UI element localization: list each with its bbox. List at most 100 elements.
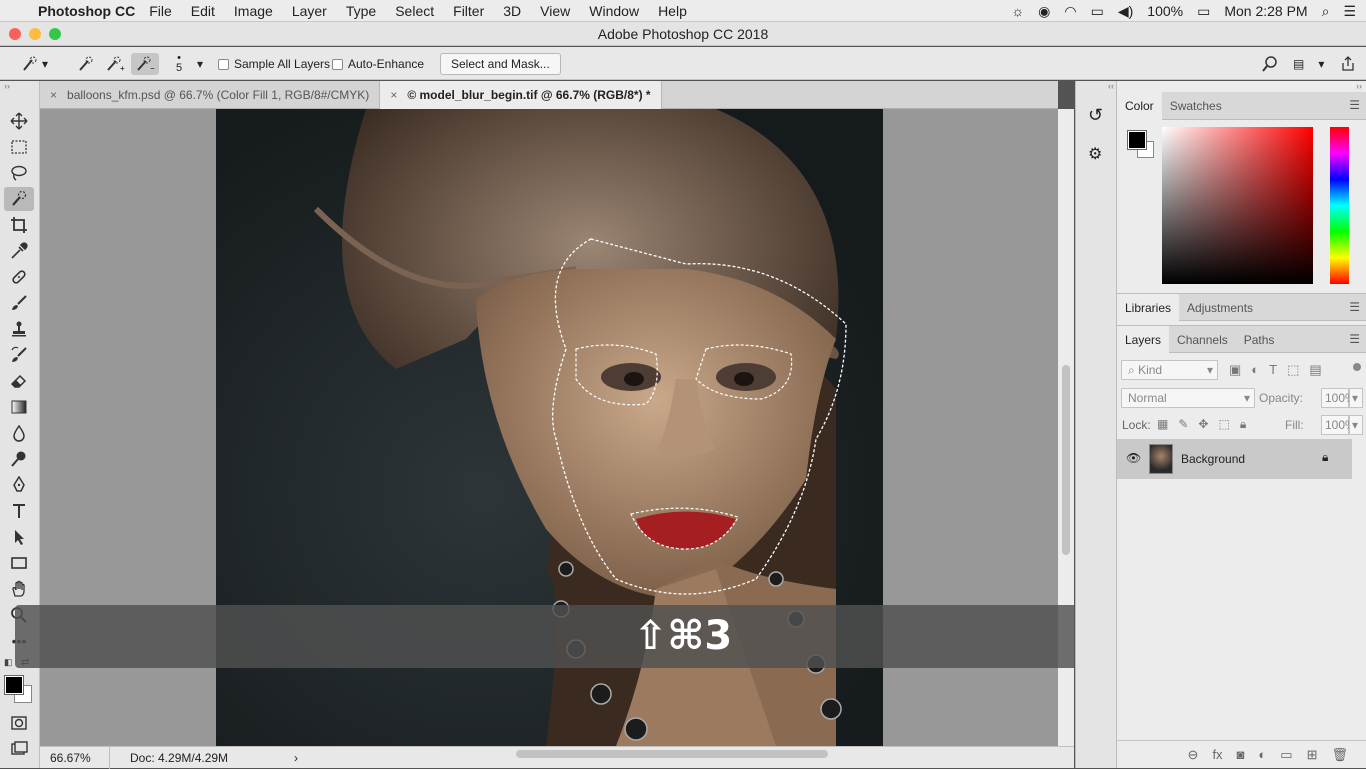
brush-picker-chevron[interactable]: ▾: [197, 53, 203, 75]
brightness-icon[interactable]: ☼: [1011, 3, 1024, 19]
select-and-mask-button[interactable]: Select and Mask...: [440, 53, 561, 75]
crop-tool[interactable]: [4, 213, 34, 237]
shape-filter-icon[interactable]: ⬚: [1287, 362, 1299, 378]
type-tool[interactable]: [4, 499, 34, 523]
auto-enhance-checkbox[interactable]: Auto-Enhance: [332, 53, 424, 75]
fill-dropdown[interactable]: ▾: [1349, 415, 1363, 435]
volume-icon[interactable]: ◀): [1118, 3, 1133, 20]
doc-tab-balloons[interactable]: × balloons_kfm.psd @ 66.7% (Color Fill 1,…: [40, 81, 381, 109]
hand-tool[interactable]: [4, 577, 34, 601]
tab-adjustments[interactable]: Adjustments: [1179, 294, 1261, 322]
hue-slider[interactable]: [1330, 127, 1349, 284]
checkbox-box[interactable]: [332, 58, 343, 70]
layer-row-background[interactable]: 👁︎ Background 🔒︎: [1117, 439, 1352, 479]
quick-selection-tool[interactable]: [4, 187, 34, 211]
lock-pixels-icon[interactable]: ✎: [1178, 417, 1188, 432]
sample-all-layers-checkbox[interactable]: Sample All Layers: [218, 53, 330, 75]
opacity-dropdown[interactable]: ▾: [1349, 388, 1363, 408]
tab-color[interactable]: Color: [1117, 92, 1162, 120]
screen-mode-button[interactable]: [4, 737, 34, 761]
collapse-tools-icon[interactable]: ››: [4, 81, 10, 91]
fill-field[interactable]: 100%: [1321, 415, 1356, 435]
share-icon[interactable]: [1340, 53, 1356, 75]
brush-picker[interactable]: • 5: [176, 53, 182, 75]
filter-toggle-icon[interactable]: [1353, 363, 1361, 371]
delete-layer-icon[interactable]: 🗑︎: [1331, 747, 1348, 763]
marquee-tool[interactable]: [4, 135, 34, 159]
lock-artboard-icon[interactable]: ⬚: [1218, 417, 1229, 432]
notification-center-icon[interactable]: ☰: [1343, 3, 1356, 20]
wifi-icon[interactable]: ◠: [1064, 3, 1076, 20]
search-icon[interactable]: [1262, 53, 1278, 75]
tab-layers[interactable]: Layers: [1117, 326, 1170, 354]
blur-tool[interactable]: [4, 421, 34, 445]
collapse-panels-icon[interactable]: ››: [1356, 81, 1362, 91]
new-group-icon[interactable]: ▭: [1280, 747, 1292, 763]
link-layers-icon[interactable]: ⊖: [1188, 747, 1199, 763]
new-selection-button[interactable]: [76, 53, 98, 75]
menu-edit[interactable]: Edit: [191, 3, 215, 19]
add-to-selection-button[interactable]: +: [104, 53, 126, 75]
subtract-from-selection-button[interactable]: −: [131, 53, 159, 75]
tab-paths[interactable]: Paths: [1236, 326, 1283, 354]
foreground-color-swatch[interactable]: [4, 675, 24, 695]
menu-filter[interactable]: Filter: [453, 3, 484, 19]
panel-menu-icon[interactable]: ☰: [1349, 300, 1360, 314]
app-name-menu[interactable]: Photoshop CC: [38, 3, 135, 19]
menu-select[interactable]: Select: [395, 3, 434, 19]
zoom-window-button[interactable]: [49, 28, 61, 40]
color-field-picker[interactable]: [1162, 127, 1313, 284]
menu-3d[interactable]: 3D: [503, 3, 521, 19]
gradient-tool[interactable]: [4, 395, 34, 419]
zoom-level-field[interactable]: 66.67%: [40, 746, 110, 769]
path-selection-tool[interactable]: [4, 525, 34, 549]
healing-brush-tool[interactable]: [4, 265, 34, 289]
color-panel-foreground-swatch[interactable]: [1127, 130, 1147, 150]
add-mask-icon[interactable]: ◙: [1237, 747, 1245, 762]
brush-tool[interactable]: [4, 291, 34, 315]
airplay-icon[interactable]: ▭: [1091, 3, 1104, 20]
new-adjustment-layer-icon[interactable]: ◐: [1258, 747, 1266, 762]
minimize-window-button[interactable]: [29, 28, 41, 40]
panel-menu-icon[interactable]: ☰: [1349, 332, 1360, 346]
opacity-field[interactable]: 100%: [1321, 388, 1356, 408]
type-filter-icon[interactable]: T: [1269, 362, 1277, 378]
smart-object-filter-icon[interactable]: ▤: [1309, 362, 1321, 378]
expand-panels-icon[interactable]: ‹‹: [1108, 81, 1114, 91]
new-layer-icon[interactable]: ⊞: [1307, 747, 1318, 763]
close-window-button[interactable]: [9, 28, 21, 40]
status-menu-arrow[interactable]: ›: [270, 751, 298, 765]
menu-image[interactable]: Image: [234, 3, 273, 19]
menu-view[interactable]: View: [540, 3, 570, 19]
lasso-tool[interactable]: [4, 161, 34, 185]
layer-lock-icon[interactable]: 🔒︎: [1322, 450, 1328, 465]
history-panel-icon[interactable]: ↺: [1088, 105, 1103, 126]
blend-mode-select[interactable]: Normal ▾: [1121, 388, 1255, 408]
pen-tool[interactable]: [4, 473, 34, 497]
clone-stamp-tool[interactable]: [4, 317, 34, 341]
layer-style-icon[interactable]: fx: [1212, 747, 1222, 762]
tool-preset-picker[interactable]: ▾: [20, 53, 48, 75]
adjustment-filter-icon[interactable]: ◐: [1251, 362, 1259, 378]
lock-position-icon[interactable]: ✥: [1198, 417, 1208, 432]
eraser-tool[interactable]: [4, 369, 34, 393]
close-icon[interactable]: ×: [390, 88, 397, 102]
quick-mask-button[interactable]: [4, 711, 34, 735]
move-tool[interactable]: [4, 109, 34, 133]
menu-file[interactable]: File: [149, 3, 172, 19]
eye-visibility-icon[interactable]: 👁︎: [1126, 451, 1141, 465]
rectangle-tool[interactable]: [4, 551, 34, 575]
battery-percent[interactable]: 100%: [1147, 3, 1183, 19]
tab-swatches[interactable]: Swatches: [1162, 92, 1230, 120]
eyedropper-tool[interactable]: [4, 239, 34, 263]
history-brush-tool[interactable]: [4, 343, 34, 367]
dodge-tool[interactable]: [4, 447, 34, 471]
panel-menu-icon[interactable]: ☰: [1349, 98, 1360, 112]
default-colors-icon[interactable]: ◧: [4, 657, 13, 668]
checkbox-box[interactable]: [218, 58, 229, 70]
close-icon[interactable]: ×: [50, 88, 57, 102]
menu-window[interactable]: Window: [589, 3, 639, 19]
workspace-switcher[interactable]: ▤ ▾: [1293, 53, 1324, 75]
layer-kind-filter[interactable]: ⌕ Kind ▾: [1121, 360, 1218, 380]
vertical-scroll-thumb[interactable]: [1062, 365, 1070, 555]
